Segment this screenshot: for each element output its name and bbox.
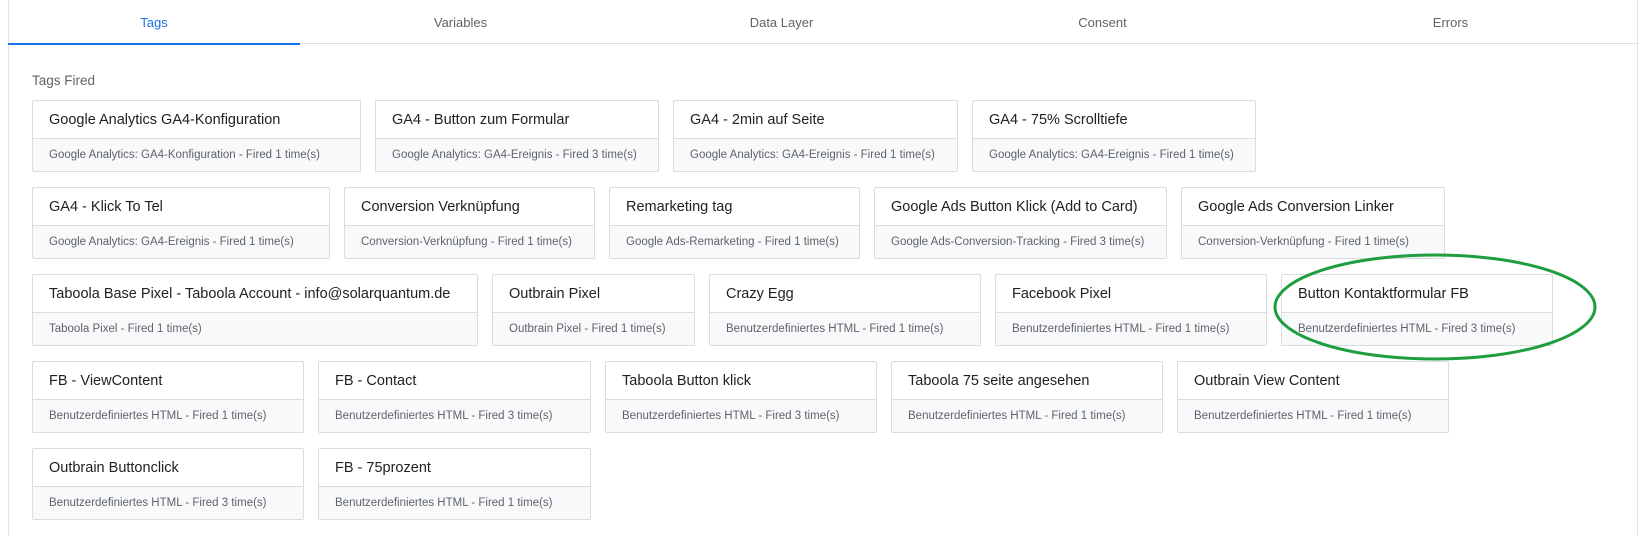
tag-type-fired-count: Benutzerdefiniertes HTML - Fired 3 time(…	[33, 487, 303, 519]
tag-card[interactable]: Google Ads Button Klick (Add to Card) Go…	[874, 187, 1167, 259]
tag-card[interactable]: Outbrain View Content Benutzerdefinierte…	[1177, 361, 1449, 433]
tag-name: GA4 - 75% Scrolltiefe	[973, 101, 1255, 139]
tag-name: FB - 75prozent	[319, 449, 590, 487]
tag-row: Taboola Base Pixel - Taboola Account - i…	[32, 274, 1632, 346]
tag-type-fired-count: Google Analytics: GA4-Ereignis - Fired 1…	[674, 139, 957, 171]
tag-name: Button Kontaktformular FB	[1282, 275, 1552, 313]
tag-type-fired-count: Taboola Pixel - Fired 1 time(s)	[33, 313, 477, 345]
tag-card[interactable]: Google Analytics GA4-Konfiguration Googl…	[32, 100, 361, 172]
tag-name: GA4 - Button zum Formular	[376, 101, 658, 139]
tag-name: Facebook Pixel	[996, 275, 1266, 313]
tag-card[interactable]: Taboola Button klick Benutzerdefiniertes…	[605, 361, 877, 433]
tag-type-fired-count: Conversion-Verknüpfung - Fired 1 time(s)	[345, 226, 594, 258]
tag-name: Remarketing tag	[610, 188, 859, 226]
tag-name: FB - ViewContent	[33, 362, 303, 400]
tab-variables[interactable]: Variables	[300, 0, 621, 44]
tag-name: Crazy Egg	[710, 275, 980, 313]
tag-row: FB - ViewContent Benutzerdefiniertes HTM…	[32, 361, 1632, 433]
tag-type-fired-count: Google Analytics: GA4-Ereignis - Fired 1…	[973, 139, 1255, 171]
tag-card[interactable]: Taboola 75 seite angesehen Benutzerdefin…	[891, 361, 1163, 433]
tag-type-fired-count: Outbrain Pixel - Fired 1 time(s)	[493, 313, 694, 345]
tab-errors[interactable]: Errors	[1263, 0, 1638, 44]
tag-card[interactable]: GA4 - 2min auf Seite Google Analytics: G…	[673, 100, 958, 172]
tag-type-fired-count: Benutzerdefiniertes HTML - Fired 1 time(…	[319, 487, 590, 519]
tag-card[interactable]: Button Kontaktformular FB Benutzerdefini…	[1281, 274, 1553, 346]
tag-name: Outbrain Pixel	[493, 275, 694, 313]
tag-row: Outbrain Buttonclick Benutzerdefiniertes…	[32, 448, 1632, 520]
tag-card[interactable]: Facebook Pixel Benutzerdefiniertes HTML …	[995, 274, 1267, 346]
tag-name: Google Ads Button Klick (Add to Card)	[875, 188, 1166, 226]
tag-card[interactable]: Outbrain Buttonclick Benutzerdefiniertes…	[32, 448, 304, 520]
tag-name: FB - Contact	[319, 362, 590, 400]
tags-fired-grid: Google Analytics GA4-Konfiguration Googl…	[32, 100, 1632, 535]
tag-name: Outbrain View Content	[1178, 362, 1448, 400]
tag-card[interactable]: Outbrain Pixel Outbrain Pixel - Fired 1 …	[492, 274, 695, 346]
tag-name: GA4 - Klick To Tel	[33, 188, 329, 226]
tag-type-fired-count: Benutzerdefiniertes HTML - Fired 1 time(…	[33, 400, 303, 432]
tag-card[interactable]: GA4 - Klick To Tel Google Analytics: GA4…	[32, 187, 330, 259]
tag-row: Google Analytics GA4-Konfiguration Googl…	[32, 100, 1632, 172]
tag-type-fired-count: Benutzerdefiniertes HTML - Fired 3 time(…	[319, 400, 590, 432]
tag-name: Taboola Button klick	[606, 362, 876, 400]
tab-tags[interactable]: Tags	[8, 0, 300, 45]
tag-card[interactable]: GA4 - Button zum Formular Google Analyti…	[375, 100, 659, 172]
tag-type-fired-count: Google Ads-Conversion-Tracking - Fired 3…	[875, 226, 1166, 258]
tag-type-fired-count: Benutzerdefiniertes HTML - Fired 3 time(…	[606, 400, 876, 432]
tag-name: Google Analytics GA4-Konfiguration	[33, 101, 360, 139]
tag-name: Taboola Base Pixel - Taboola Account - i…	[33, 275, 477, 313]
tag-type-fired-count: Google Analytics: GA4-Ereignis - Fired 1…	[33, 226, 329, 258]
tag-type-fired-count: Benutzerdefiniertes HTML - Fired 1 time(…	[996, 313, 1266, 345]
tag-card[interactable]: Google Ads Conversion Linker Conversion-…	[1181, 187, 1445, 259]
tag-card[interactable]: Conversion Verknüpfung Conversion-Verknü…	[344, 187, 595, 259]
tab-consent[interactable]: Consent	[942, 0, 1263, 44]
tag-card[interactable]: GA4 - 75% Scrolltiefe Google Analytics: …	[972, 100, 1256, 172]
tag-card[interactable]: FB - ViewContent Benutzerdefiniertes HTM…	[32, 361, 304, 433]
tag-type-fired-count: Benutzerdefiniertes HTML - Fired 1 time(…	[1178, 400, 1448, 432]
tag-type-fired-count: Conversion-Verknüpfung - Fired 1 time(s)	[1182, 226, 1444, 258]
tag-name: Conversion Verknüpfung	[345, 188, 594, 226]
tag-type-fired-count: Google Ads-Remarketing - Fired 1 time(s)	[610, 226, 859, 258]
tag-name: Outbrain Buttonclick	[33, 449, 303, 487]
tag-type-fired-count: Benutzerdefiniertes HTML - Fired 3 time(…	[1282, 313, 1552, 345]
tag-type-fired-count: Google Analytics: GA4-Ereignis - Fired 3…	[376, 139, 658, 171]
tag-name: Google Ads Conversion Linker	[1182, 188, 1444, 226]
tab-bar: Tags Variables Data Layer Consent Errors	[8, 0, 1638, 45]
tag-name: Taboola 75 seite angesehen	[892, 362, 1162, 400]
tag-card[interactable]: Crazy Egg Benutzerdefiniertes HTML - Fir…	[709, 274, 981, 346]
tab-data-layer[interactable]: Data Layer	[621, 0, 942, 44]
tag-row: GA4 - Klick To Tel Google Analytics: GA4…	[32, 187, 1632, 259]
tag-card[interactable]: Taboola Base Pixel - Taboola Account - i…	[32, 274, 478, 346]
tag-type-fired-count: Benutzerdefiniertes HTML - Fired 1 time(…	[710, 313, 980, 345]
tag-type-fired-count: Google Analytics: GA4-Konfiguration - Fi…	[33, 139, 360, 171]
tag-type-fired-count: Benutzerdefiniertes HTML - Fired 1 time(…	[892, 400, 1162, 432]
tag-card[interactable]: FB - Contact Benutzerdefiniertes HTML - …	[318, 361, 591, 433]
section-title: Tags Fired	[32, 73, 96, 88]
tag-name: GA4 - 2min auf Seite	[674, 101, 957, 139]
tag-card[interactable]: Remarketing tag Google Ads-Remarketing -…	[609, 187, 860, 259]
tag-card[interactable]: FB - 75prozent Benutzerdefiniertes HTML …	[318, 448, 591, 520]
